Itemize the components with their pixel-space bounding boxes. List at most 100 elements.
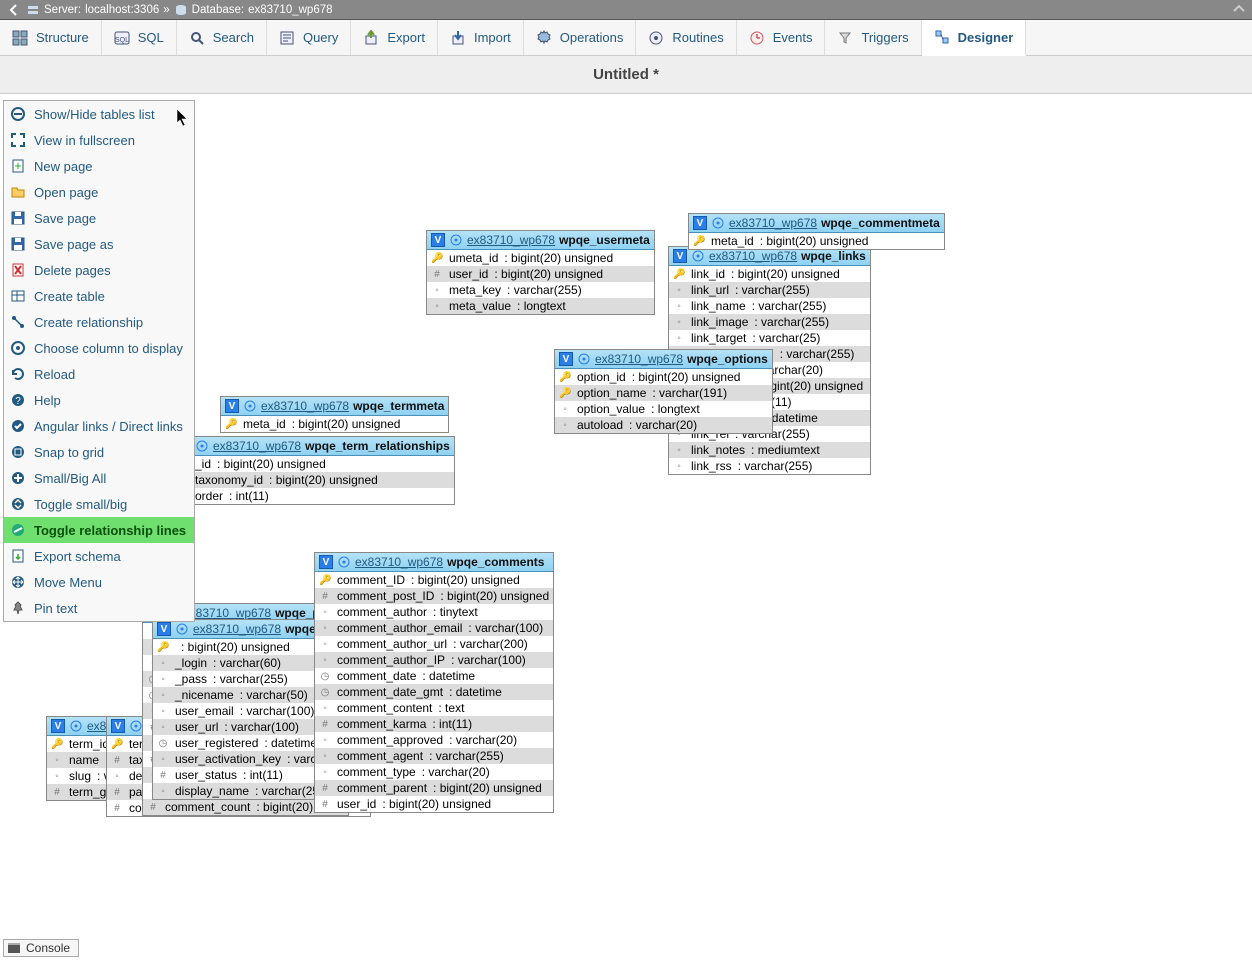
table-column[interactable]: 🔑meta_id : bigint(20) unsigned: [689, 233, 944, 249]
table-column[interactable]: ◦link_url : varchar(255): [669, 282, 870, 298]
table-column[interactable]: #comment_post_ID : bigint(20) unsigned: [315, 588, 553, 604]
side-menu-pintext[interactable]: Pin text: [4, 595, 194, 621]
table-column[interactable]: #user_id : bigint(20) unsigned: [427, 266, 654, 282]
table-column[interactable]: 🔑meta_id : bigint(20) unsigned: [221, 416, 448, 432]
tab-triggers[interactable]: Triggers: [825, 20, 921, 55]
table-options[interactable]: Vex83710_wp678 wpqe_options🔑option_id : …: [554, 349, 773, 434]
table-header[interactable]: Vex83710_wp678 wpqe_term_relationships: [173, 437, 454, 456]
table-column[interactable]: ◦link_rss : varchar(255): [669, 458, 870, 474]
gear-icon[interactable]: [243, 399, 257, 413]
table-header[interactable]: Vex83710_wp678 wpqe_commentmeta: [689, 214, 944, 233]
designer-canvas[interactable]: Show/Hide tables listView in fullscreenN…: [0, 94, 1252, 961]
tab-operations[interactable]: Operations: [524, 20, 637, 55]
tab-structure[interactable]: Structure: [0, 20, 102, 55]
gear-icon[interactable]: [69, 719, 83, 733]
side-menu-help[interactable]: ?Help: [4, 387, 194, 413]
side-menu-togglerel[interactable]: Toggle relationship lines: [4, 517, 194, 543]
table-termmeta[interactable]: Vex83710_wp678 wpqe_termmeta🔑meta_id : b…: [220, 396, 449, 433]
gear-icon[interactable]: [711, 216, 725, 230]
console-toggle[interactable]: Console: [3, 939, 79, 957]
table-column[interactable]: 🔑_id : bigint(20) unsigned: [173, 456, 454, 472]
tab-query[interactable]: Query: [267, 20, 351, 55]
table-toggle-icon[interactable]: V: [559, 352, 573, 366]
table-toggle-icon[interactable]: V: [431, 233, 445, 247]
table-column[interactable]: #comment_parent : bigint(20) unsigned: [315, 780, 553, 796]
table-column[interactable]: ◦comment_author_url : varchar(200): [315, 636, 553, 652]
table-column[interactable]: ◦comment_author_email : varchar(100): [315, 620, 553, 636]
table-column[interactable]: ◦comment_approved : varchar(20): [315, 732, 553, 748]
table-toggle-icon[interactable]: V: [319, 555, 333, 569]
table-column[interactable]: ◦comment_author_IP : varchar(100): [315, 652, 553, 668]
tab-routines[interactable]: Routines: [636, 20, 736, 55]
table-toggle-icon[interactable]: V: [693, 216, 707, 230]
table-column[interactable]: ◷comment_date : datetime: [315, 668, 553, 684]
tab-events[interactable]: Events: [737, 20, 826, 55]
tab-import[interactable]: Import: [438, 20, 524, 55]
side-menu-togglesb[interactable]: Toggle small/big: [4, 491, 194, 517]
table-column[interactable]: 🔑link_id : bigint(20) unsigned: [669, 266, 870, 282]
breadcrumb-server-link[interactable]: localhost:3306: [85, 4, 159, 16]
tab-export[interactable]: Export: [351, 20, 438, 55]
table-column[interactable]: ◦meta_value : longtext: [427, 298, 654, 314]
table-toggle-icon[interactable]: V: [157, 622, 171, 636]
table-commentmeta[interactable]: Vex83710_wp678 wpqe_commentmeta🔑meta_id …: [688, 213, 945, 250]
tab-sql[interactable]: SQL: [102, 20, 177, 55]
table-toggle-icon[interactable]: V: [111, 719, 125, 733]
table-header[interactable]: Vex83710_wp678 wpqe_options: [555, 350, 772, 369]
table-column[interactable]: 🔑comment_ID : bigint(20) unsigned: [315, 572, 553, 588]
table-column[interactable]: ◦comment_type : varchar(20): [315, 764, 553, 780]
side-menu-createtable[interactable]: Create table: [4, 283, 194, 309]
side-menu-savepageas[interactable]: Save page as: [4, 231, 194, 257]
tab-search[interactable]: Search: [177, 20, 267, 55]
table-column[interactable]: ◦comment_content : text: [315, 700, 553, 716]
side-menu-openpage[interactable]: Open page: [4, 179, 194, 205]
side-menu-exportschema[interactable]: Export schema: [4, 543, 194, 569]
gear-icon[interactable]: [195, 439, 209, 453]
table-column[interactable]: ◦option_value : longtext: [555, 401, 772, 417]
table-column[interactable]: ◦autoload : varchar(20): [555, 417, 772, 433]
gear-icon[interactable]: [337, 555, 351, 569]
table-column[interactable]: ◦comment_author : tinytext: [315, 604, 553, 620]
table-column[interactable]: ◷comment_date_gmt : datetime: [315, 684, 553, 700]
side-menu-movemenu[interactable]: Move Menu: [4, 569, 194, 595]
collapse-breadcrumb-icon[interactable]: [1232, 2, 1246, 16]
table-column[interactable]: #user_id : bigint(20) unsigned: [315, 796, 553, 812]
gear-icon[interactable]: [691, 249, 705, 263]
table-termrel[interactable]: Vex83710_wp678 wpqe_term_relationships🔑_…: [172, 436, 455, 505]
table-column[interactable]: 🔑option_id : bigint(20) unsigned: [555, 369, 772, 385]
side-menu-deletepages[interactable]: Delete pages: [4, 257, 194, 283]
side-menu-angular[interactable]: Angular links / Direct links: [4, 413, 194, 439]
side-menu-fullscreen[interactable]: View in fullscreen: [4, 127, 194, 153]
table-usermeta[interactable]: Vex83710_wp678 wpqe_usermeta🔑umeta_id : …: [426, 230, 655, 315]
table-column[interactable]: 🔑option_name : varchar(191): [555, 385, 772, 401]
table-column[interactable]: ◦link_notes : mediumtext: [669, 442, 870, 458]
gear-icon[interactable]: [577, 352, 591, 366]
table-column[interactable]: #order : int(11): [173, 488, 454, 504]
table-comments[interactable]: Vex83710_wp678 wpqe_comments🔑comment_ID …: [314, 552, 554, 813]
breadcrumb-db-link[interactable]: ex83710_wp678: [248, 4, 332, 16]
table-header[interactable]: Vex83710_wp678 wpqe_comments: [315, 553, 553, 572]
gear-icon[interactable]: [129, 719, 143, 733]
tab-designer[interactable]: Designer: [922, 20, 1027, 56]
table-column[interactable]: ◦link_name : varchar(255): [669, 298, 870, 314]
gear-icon[interactable]: [175, 622, 189, 636]
table-column[interactable]: ◦link_target : varchar(25): [669, 330, 870, 346]
side-menu-createrel[interactable]: Create relationship: [4, 309, 194, 335]
side-menu-showhide[interactable]: Show/Hide tables list: [4, 101, 194, 127]
side-menu-savepage[interactable]: Save page: [4, 205, 194, 231]
table-column[interactable]: ◦meta_key : varchar(255): [427, 282, 654, 298]
table-header[interactable]: Vex83710_wp678 wpqe_termmeta: [221, 397, 448, 416]
table-column[interactable]: #taxonomy_id : bigint(20) unsigned: [173, 472, 454, 488]
table-toggle-icon[interactable]: V: [225, 399, 239, 413]
table-column[interactable]: ◦link_image : varchar(255): [669, 314, 870, 330]
table-toggle-icon[interactable]: V: [51, 719, 65, 733]
table-column[interactable]: ◦comment_agent : varchar(255): [315, 748, 553, 764]
side-menu-newpage[interactable]: New page: [4, 153, 194, 179]
table-toggle-icon[interactable]: V: [673, 249, 687, 263]
gear-icon[interactable]: [449, 233, 463, 247]
side-menu-reload[interactable]: Reload: [4, 361, 194, 387]
table-column[interactable]: #comment_karma : int(11): [315, 716, 553, 732]
side-menu-smallbig[interactable]: Small/Big All: [4, 465, 194, 491]
table-column[interactable]: 🔑umeta_id : bigint(20) unsigned: [427, 250, 654, 266]
back-arrow-icon[interactable]: [6, 2, 22, 18]
